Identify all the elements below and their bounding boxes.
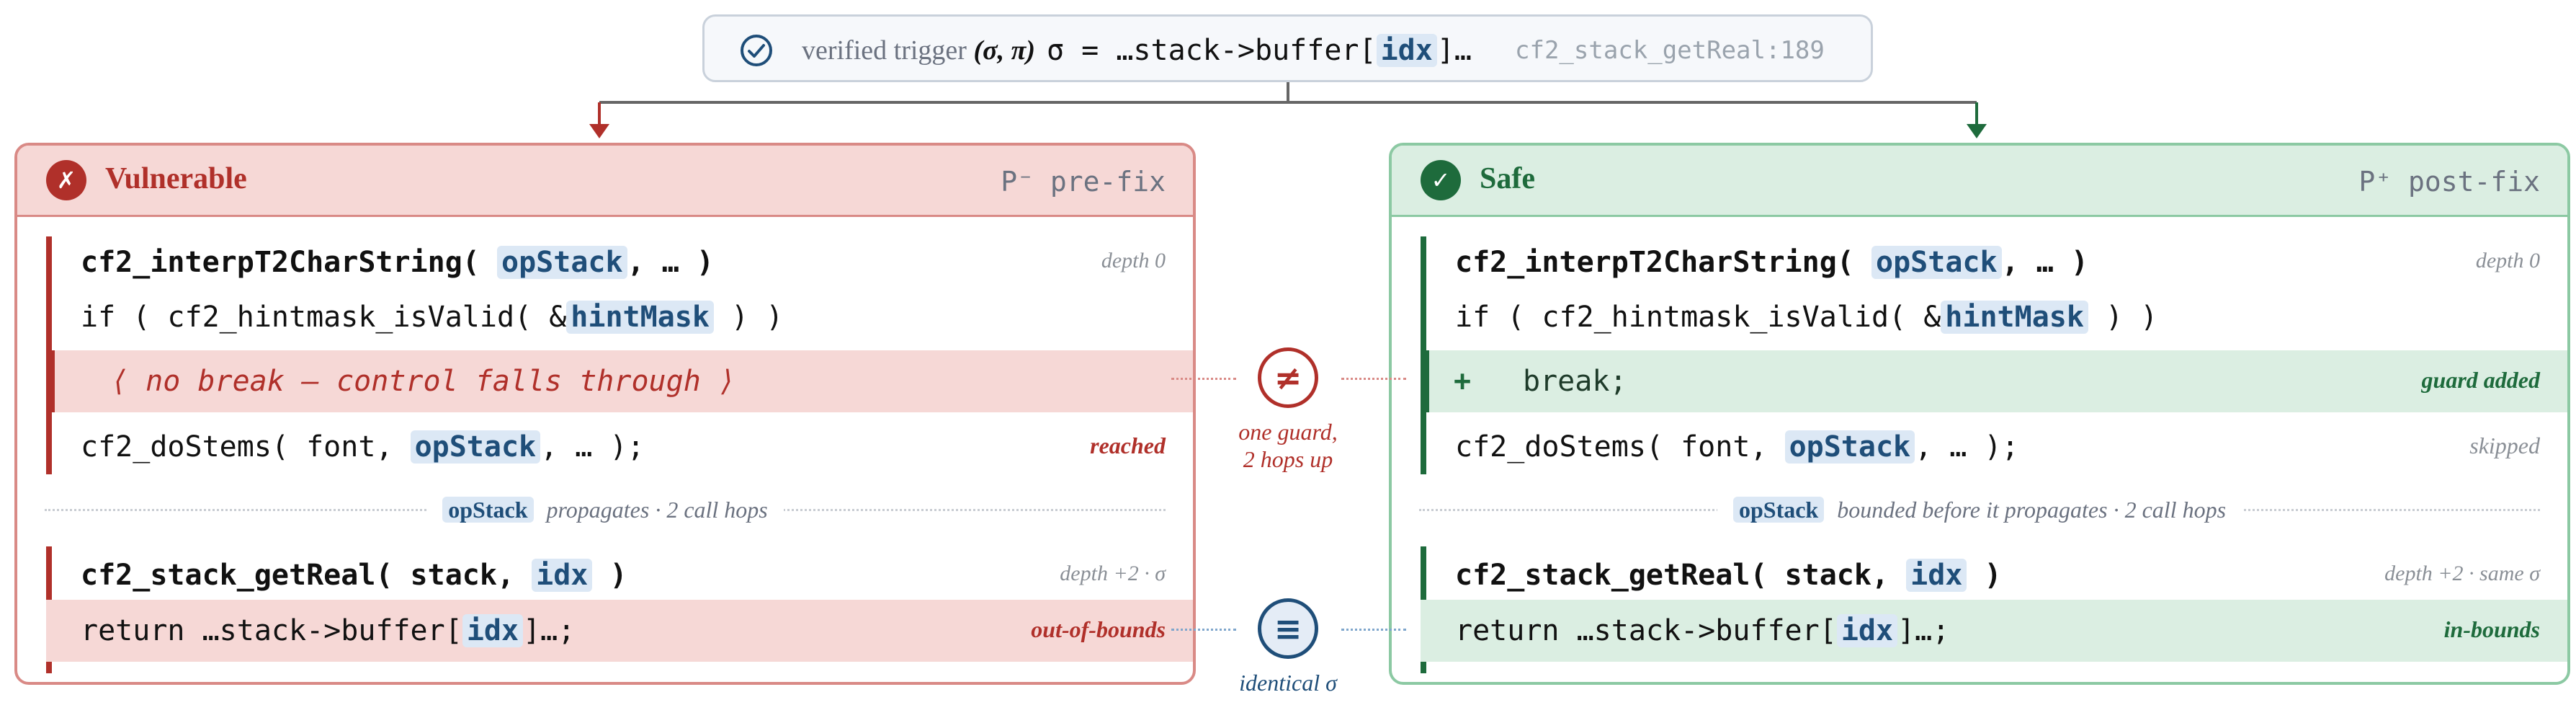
left-arrow-head [589, 124, 609, 138]
vulnerable-title: Vulnerable [105, 162, 247, 195]
check-icon: ✓ [1421, 160, 1461, 200]
if-hintmask-line: if ( cf2_hintmask_isValid( & hintMask ) ) [81, 301, 784, 334]
trigger-expression: σ = …stack->buffer[idx]… [1047, 34, 1472, 67]
propagation-label: opStack propagates · 2 call hops [17, 492, 1193, 528]
verified-trigger-box: verified trigger (σ, π) σ = …stack->buff… [702, 14, 1873, 82]
right-arrow-head [1967, 124, 1987, 138]
safe-subtitle: P⁺ post-fix [2358, 166, 2540, 198]
skipped-note: skipped [2469, 433, 2540, 458]
dostems-line: cf2_doStems( font, opStack, … ); [1455, 430, 2019, 464]
if-hintmask-line: if ( cf2_hintmask_isValid( & hintMask ) ) [1455, 301, 2158, 334]
added-break-marker [1421, 350, 1429, 412]
trigger-location: cf2_stack_getReal:189 [1515, 36, 1825, 65]
vulnerable-panel: ✗ Vulnerable P⁻ pre-fix cf2_interpT2Char… [14, 143, 1196, 685]
function-signature: cf2_interpT2CharString( opStack, … ) [81, 246, 714, 279]
getreal-signature: cf2_stack_getReal( stack, idx ) [81, 559, 627, 592]
trigger-pair: (σ, π) [973, 35, 1035, 66]
neq-label: one guard, 2 hops up [1238, 419, 1338, 472]
getreal-depth-note: depth +2 · σ [1060, 562, 1166, 585]
guard-added-note: guard added [2421, 367, 2540, 393]
missing-break-line: ⟨ no break — control falls through ⟩ [111, 365, 735, 398]
neq-connector-left [1171, 378, 1236, 380]
getreal-signature: cf2_stack_getReal( stack, idx ) [1455, 559, 2002, 592]
identical-icon: ≡ [1258, 598, 1318, 659]
propagation-label: opStack bounded before it propagates · 2 … [1392, 492, 2567, 528]
vulnerable-subtitle: P⁻ pre-fix [1001, 166, 1166, 198]
safe-panel: ✓ Safe P⁺ post-fix cf2_interpT2CharStrin… [1389, 143, 2570, 685]
safe-title: Safe [1480, 162, 1535, 195]
not-equal-icon: ≠ [1258, 347, 1318, 408]
missing-break-marker [46, 350, 55, 412]
dostems-line: cf2_doStems( font, opStack, … ); [81, 430, 645, 464]
added-break-line: break; [1523, 365, 1627, 398]
eq-connector-left [1171, 629, 1236, 631]
eq-connector-right [1341, 629, 1406, 631]
depth-note: depth 0 [1101, 249, 1166, 272]
out-of-bounds-note: out-of-bounds [1031, 616, 1166, 642]
reached-note: reached [1090, 433, 1166, 458]
neq-connector-right [1341, 378, 1406, 380]
in-bounds-note: in-bounds [2443, 616, 2540, 642]
identical-label: identical σ [1239, 670, 1337, 696]
return-line: return …stack->buffer[idx]…; [1455, 614, 1950, 647]
function-signature: cf2_interpT2CharString( opStack, … ) [1455, 246, 2088, 279]
verified-check-icon [741, 35, 772, 66]
getreal-depth-note: depth +2 · same σ [2384, 562, 2540, 585]
return-line: return …stack->buffer[idx]…; [81, 614, 576, 647]
vulnerable-header: ✗ Vulnerable P⁻ pre-fix [17, 146, 1193, 217]
safe-header: ✓ Safe P⁺ post-fix [1392, 146, 2567, 217]
diff-plus-sign: + [1454, 365, 1472, 398]
depth-note: depth 0 [2475, 249, 2540, 272]
cross-icon: ✗ [46, 160, 86, 200]
trigger-label: verified trigger (σ, π) [802, 35, 1035, 66]
